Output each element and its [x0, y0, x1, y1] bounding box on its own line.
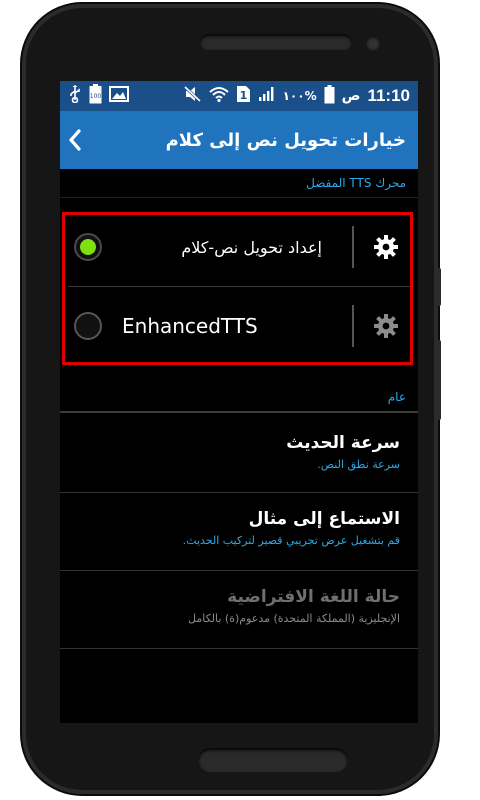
front-camera	[366, 37, 380, 51]
battery-badge: 100	[90, 93, 102, 100]
sim-icon: 1	[236, 85, 251, 107]
page-title: خيارات تحويل نص إلى كلام	[165, 129, 406, 151]
image-icon	[109, 86, 129, 106]
engine-label: إعداد تحويل نص-كلام	[181, 237, 322, 257]
setting-subtitle: الإنجليزية (المملكة المتحدة) مدعوم(ة) با…	[188, 612, 400, 625]
status-bar-left: 100	[68, 84, 129, 108]
action-bar: خيارات تحويل نص إلى كلام	[60, 111, 418, 169]
setting-title: الاستماع إلى مثال	[248, 509, 400, 529]
am-pm-indicator: ص	[341, 88, 361, 104]
clock: 11:10	[367, 86, 410, 105]
setting-speech-rate[interactable]: سرعة الحديث سرعة نطق النص.	[60, 413, 418, 493]
engine-row-enhancedtts[interactable]: EnhancedTTS	[60, 287, 418, 365]
setting-title: سرعة الحديث	[286, 433, 400, 453]
signal-icon	[258, 86, 276, 106]
mute-icon	[183, 85, 202, 106]
engine-label: EnhancedTTS	[122, 314, 258, 338]
radio-button-selected[interactable]	[74, 233, 102, 261]
battery-percent: ١٠٠%	[282, 89, 317, 103]
volume-button[interactable]	[436, 340, 441, 420]
screen: 100 1 ١٠٠% ص 11:10 خيارات تحويل نص إلى ك…	[60, 81, 418, 723]
setting-title: حالة اللغة الافتراضية	[227, 587, 400, 607]
section-divider	[60, 197, 418, 198]
section-header-general: عام	[387, 390, 406, 404]
setting-subtitle: سرعة نطق النص.	[317, 458, 400, 471]
status-bar: 100 1 ١٠٠% ص 11:10	[60, 81, 418, 111]
section-header-preferred-engine: محرك TTS المفضل	[306, 176, 406, 190]
setting-listen-example[interactable]: الاستماع إلى مثال قم بتشغيل عرض تجريبي ق…	[60, 493, 418, 571]
radio-button-unselected[interactable]	[74, 312, 102, 340]
side-button-upper[interactable]	[436, 268, 441, 306]
engine-row-default[interactable]: إعداد تحويل نص-كلام	[60, 208, 418, 286]
settings-content: محرك TTS المفضل إعداد تحويل نص-كلام Enha…	[60, 169, 418, 723]
vertical-separator	[352, 226, 354, 268]
gear-icon[interactable]	[354, 208, 418, 286]
setting-subtitle: قم بتشغيل عرض تجريبي قصير لتركيب الحديث.	[182, 534, 400, 547]
home-button[interactable]	[198, 748, 348, 772]
wifi-icon	[208, 86, 229, 106]
engine-list: إعداد تحويل نص-كلام EnhancedTTS	[60, 208, 418, 365]
battery-full-icon: 100	[89, 84, 102, 108]
setting-default-language-status: حالة اللغة الافتراضية الإنجليزية (المملك…	[60, 571, 418, 649]
status-bar-right: 1 ١٠٠% ص 11:10	[183, 84, 410, 108]
vertical-separator	[352, 305, 354, 347]
earpiece-speaker	[200, 34, 352, 50]
sim-slot-number: 1	[239, 89, 247, 102]
usb-icon	[68, 85, 82, 107]
back-chevron-icon[interactable]	[68, 128, 82, 156]
battery-icon	[324, 84, 335, 108]
gear-icon[interactable]	[354, 287, 418, 365]
